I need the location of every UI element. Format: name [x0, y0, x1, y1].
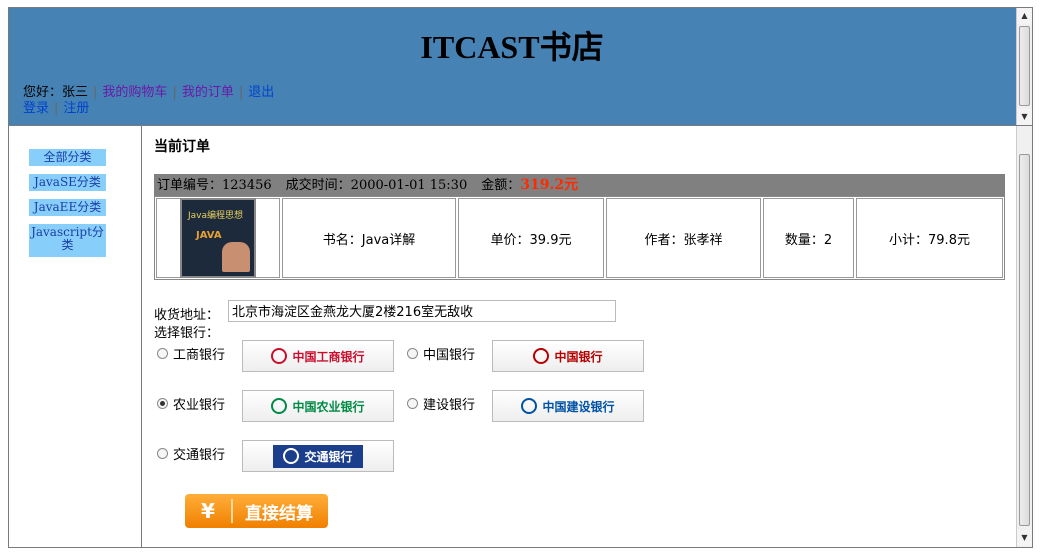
category-javase[interactable]: JavaSE分类 [29, 174, 106, 191]
scrollbar-thumb[interactable] [1019, 154, 1030, 526]
my-orders-link[interactable]: 我的订单 [182, 85, 234, 100]
bank-name-ccb: 建设银行 [423, 398, 476, 413]
ccb-logo-text: 中国建设银行 [542, 399, 615, 414]
subtotal: 小计：79.8元 [856, 198, 1003, 278]
unit-price: 单价：39.9元 [458, 198, 604, 278]
checkout-button[interactable]: ¥ 直接结算 [185, 494, 328, 528]
bocom-logo-button[interactable]: 交通银行 [242, 440, 394, 472]
main-scrollbar[interactable]: ▼ [1016, 126, 1032, 547]
category-all[interactable]: 全部分类 [29, 149, 106, 166]
address-label: 收货地址： [154, 308, 220, 323]
my-cart-link[interactable]: 我的购物车 [102, 85, 167, 100]
author-photo [222, 242, 250, 272]
icbc-logo-button[interactable]: 中国工商银行 [242, 340, 394, 372]
ccb-logo-button[interactable]: 中国建设银行 [492, 390, 644, 422]
boc-logo-button[interactable]: 中国银行 [492, 340, 644, 372]
order-summary-bar: 订单编号：123456 成交时间：2000-01-01 15:30 金额：319.2… [154, 174, 1005, 196]
boc-logo-text: 中国银行 [554, 349, 603, 364]
bank-option-icbc[interactable]: 工商银行 [157, 344, 225, 363]
scroll-down-arrow-icon[interactable]: ▼ [1017, 530, 1032, 546]
bank-label: 选择银行： [154, 326, 220, 341]
radio-boc[interactable] [407, 348, 418, 359]
address-input[interactable]: 北京市海淀区金燕龙大厦2楼216室无敌收 [228, 300, 616, 322]
book-name: 书名：Java详解 [282, 198, 456, 278]
order-amount-label: 金额： [481, 178, 521, 193]
icbc-logo-text: 中国工商银行 [292, 349, 365, 364]
order-time-label: 成交时间： [285, 178, 351, 193]
order-item-row: Java编程思想 JAVA 书名：Java详解 单价：39.9元 作者：张孝祥 … [154, 196, 1005, 280]
order-number-label: 订单编号： [157, 178, 223, 193]
bocom-logo-text: 交通银行 [304, 449, 353, 464]
radio-abc[interactable] [157, 398, 168, 409]
bank-name-icbc: 工商银行 [173, 348, 226, 363]
order-amount: 319.2元 [520, 177, 579, 193]
category-javascript[interactable]: Javascript分类 [29, 224, 106, 257]
header-scrollbar[interactable]: ▲ ▼ [1016, 8, 1032, 125]
scrollbar-thumb[interactable] [1019, 26, 1030, 106]
book-cover-subtitle: JAVA [196, 230, 222, 241]
nav-divider: | [93, 85, 98, 100]
radio-bocom[interactable] [157, 448, 168, 459]
quantity: 数量：2 [763, 198, 854, 278]
abc-logo-text: 中国农业银行 [292, 399, 365, 414]
order-number: 123456 [222, 178, 272, 193]
radio-ccb[interactable] [407, 398, 418, 409]
order-frame: 当前订单 订单编号：123456 成交时间：2000-01-01 15:30 金额：… [141, 126, 1033, 548]
section-title: 当前订单 [154, 139, 210, 155]
login-link[interactable]: 登录 [23, 101, 49, 116]
checkout-button-label: 直接结算 [245, 503, 313, 524]
book-cover-image[interactable]: Java编程思想 JAVA [180, 198, 256, 278]
login-nav: 登录 | 注册 [23, 97, 89, 116]
bocom-logo-icon [283, 448, 300, 464]
nav-divider: | [172, 85, 177, 100]
bank-option-abc[interactable]: 农业银行 [157, 394, 225, 413]
site-title: ITCAST书店 [420, 29, 604, 65]
bocom-logo-panel: 交通银行 [273, 444, 363, 468]
bank-name-abc: 农业银行 [173, 398, 226, 413]
header-frame: ITCAST书店 您好：张三 | 我的购物车 | 我的订单 | 退出 登录 | 注册 ▲ ▼ [8, 7, 1033, 126]
yen-icon: ¥ [185, 499, 233, 523]
nav-divider: | [238, 85, 244, 100]
scroll-up-arrow-icon[interactable]: ▲ [1017, 8, 1032, 24]
abc-logo-icon [271, 398, 288, 414]
scroll-down-arrow-icon[interactable]: ▼ [1017, 109, 1032, 125]
category-javaee[interactable]: JavaEE分类 [29, 199, 106, 216]
category-frame: 全部分类 JavaSE分类 JavaEE分类 Javascript分类 [8, 126, 142, 548]
radio-icbc[interactable] [157, 348, 168, 359]
book-cover-title: Java编程思想 [188, 211, 244, 221]
nav-divider: | [54, 101, 59, 116]
boc-logo-icon [533, 348, 550, 364]
bank-option-ccb[interactable]: 建设银行 [407, 394, 475, 413]
abc-logo-button[interactable]: 中国农业银行 [242, 390, 394, 422]
logout-link[interactable]: 退出 [248, 85, 274, 100]
icbc-logo-icon [271, 348, 288, 364]
bank-option-bocom[interactable]: 交通银行 [157, 444, 225, 463]
author: 作者：张孝祥 [606, 198, 761, 278]
bank-name-boc: 中国银行 [423, 348, 476, 363]
book-image-cell: Java编程思想 JAVA [156, 198, 280, 278]
order-time: 2000-01-01 15:30 [350, 178, 468, 193]
bank-name-bocom: 交通银行 [173, 448, 226, 463]
ccb-logo-icon [521, 398, 538, 414]
register-link[interactable]: 注册 [63, 101, 89, 116]
bank-option-boc[interactable]: 中国银行 [407, 344, 475, 363]
